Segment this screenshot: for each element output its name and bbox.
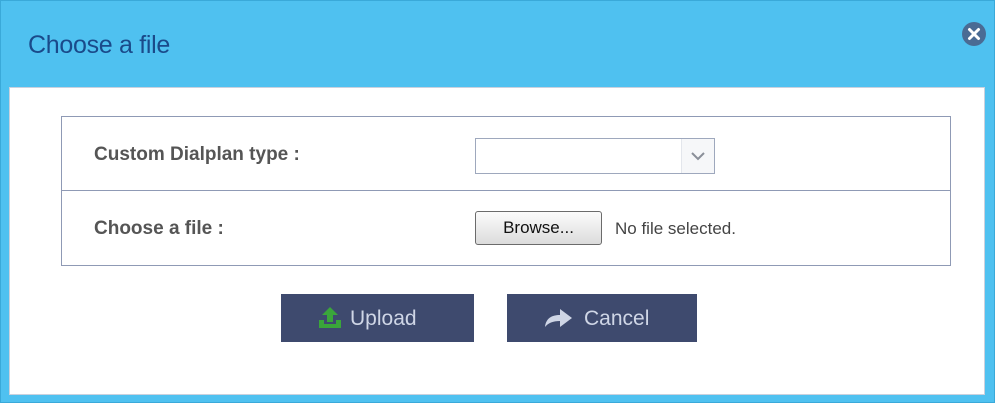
dialog-titlebar: Choose a file (1, 1, 994, 87)
dialplan-type-label: Custom Dialplan type : (94, 144, 300, 165)
forward-arrow-icon (545, 309, 572, 327)
chevron-down-icon (691, 152, 705, 161)
close-icon (968, 28, 980, 40)
browse-button[interactable]: Browse... (475, 211, 602, 245)
dropdown-arrow[interactable] (681, 139, 714, 173)
upload-label: Upload (350, 307, 417, 330)
upload-icon (319, 307, 341, 328)
form-table: Custom Dialplan type : Choose a file : B… (61, 116, 951, 266)
file-status-text: No file selected. (615, 219, 736, 238)
dialog-body: Custom Dialplan type : Choose a file : B… (9, 87, 985, 395)
choose-file-dialog: Choose a file Custom Dialplan type : Cho… (0, 0, 995, 403)
file-label: Choose a file : (94, 218, 224, 239)
file-row: Choose a file : Browse... No file select… (62, 191, 950, 265)
upload-button[interactable]: Upload (281, 294, 474, 342)
close-button[interactable] (962, 22, 986, 46)
dialplan-type-row: Custom Dialplan type : (62, 117, 950, 191)
cancel-label: Cancel (584, 307, 650, 330)
dialplan-type-select[interactable] (475, 138, 715, 174)
cancel-button[interactable]: Cancel (507, 294, 697, 342)
dialog-title: Choose a file (28, 31, 171, 59)
